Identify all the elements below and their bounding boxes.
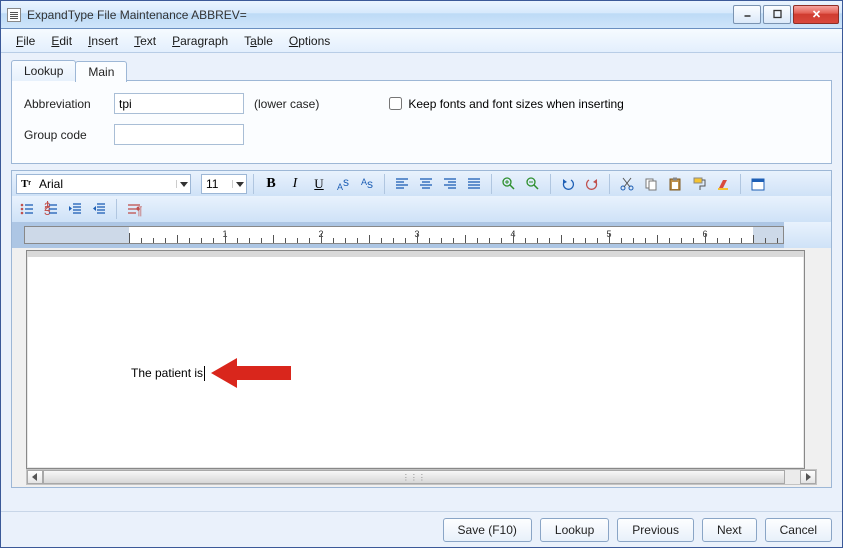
abbreviation-input[interactable] <box>114 93 244 114</box>
copy-button[interactable] <box>640 173 662 195</box>
redo-button[interactable] <box>581 173 603 195</box>
font-family-select[interactable]: Tr Arial <box>16 174 191 194</box>
menu-edit[interactable]: Edit <box>44 31 79 51</box>
scroll-track[interactable]: ⋮⋮⋮ <box>43 470 800 484</box>
format-paint-button[interactable] <box>688 173 710 195</box>
zoom-out-button[interactable] <box>522 173 544 195</box>
menu-file[interactable]: File <box>9 31 42 51</box>
cancel-button[interactable]: Cancel <box>765 518 832 542</box>
save-button[interactable]: Save (F10) <box>443 518 532 542</box>
font-name: Arial <box>35 177 176 191</box>
bold-button[interactable]: B <box>260 173 282 195</box>
abbreviation-hint: (lower case) <box>254 97 319 111</box>
svg-text:3: 3 <box>44 204 51 217</box>
keepfonts-label: Keep fonts and font sizes when inserting <box>408 97 623 111</box>
font-size: 11 <box>202 177 232 191</box>
minimize-button[interactable] <box>733 5 761 24</box>
abbreviation-label: Abbreviation <box>24 97 104 111</box>
menubar: File Edit Insert Text Paragraph Table Op… <box>1 29 842 53</box>
menu-paragraph[interactable]: Paragraph <box>165 31 235 51</box>
indent-button[interactable] <box>88 198 110 220</box>
number-list-button[interactable]: 123 <box>40 198 62 220</box>
align-center-button[interactable] <box>415 173 437 195</box>
close-button[interactable] <box>793 5 839 24</box>
tab-lookup[interactable]: Lookup <box>11 60 76 81</box>
menu-insert[interactable]: Insert <box>81 31 125 51</box>
groupcode-input[interactable] <box>114 124 244 145</box>
scroll-right-button[interactable] <box>800 470 816 484</box>
keepfonts-checkbox[interactable] <box>389 97 402 110</box>
window-title: ExpandType File Maintenance ABBREV= <box>27 8 247 22</box>
svg-text:¶: ¶ <box>136 204 142 217</box>
horizontal-scrollbar[interactable]: ⋮⋮⋮ <box>26 469 817 485</box>
menu-text[interactable]: Text <box>127 31 163 51</box>
outdent-button[interactable] <box>64 198 86 220</box>
maximize-button[interactable] <box>763 5 791 24</box>
next-button[interactable]: Next <box>702 518 757 542</box>
lookup-button[interactable]: Lookup <box>540 518 609 542</box>
page[interactable]: The patient is <box>26 250 805 469</box>
chevron-down-icon[interactable] <box>232 180 246 188</box>
scroll-left-button[interactable] <box>27 470 43 484</box>
highlight-button[interactable] <box>712 173 734 195</box>
text-cursor <box>204 366 205 381</box>
calendar-button[interactable] <box>747 173 769 195</box>
align-left-button[interactable] <box>391 173 413 195</box>
font-size-select[interactable]: 11 <box>201 174 247 194</box>
tab-main[interactable]: Main <box>75 61 127 82</box>
footer: Save (F10) Lookup Previous Next Cancel <box>1 511 842 547</box>
toolbar: Tr Arial 11 B I U As As <box>11 170 832 488</box>
cut-button[interactable] <box>616 173 638 195</box>
align-right-button[interactable] <box>439 173 461 195</box>
paste-button[interactable] <box>664 173 686 195</box>
zoom-in-button[interactable] <box>498 173 520 195</box>
menu-table[interactable]: Table <box>237 31 280 51</box>
main-panel: Abbreviation (lower case) Keep fonts and… <box>11 80 832 164</box>
menu-options[interactable]: Options <box>282 31 337 51</box>
titlebar[interactable]: ExpandType File Maintenance ABBREV= <box>1 1 842 29</box>
subscript-button[interactable]: As <box>356 173 378 195</box>
font-glyph-icon: Tr <box>17 178 35 190</box>
groupcode-label: Group code <box>24 128 104 142</box>
tab-strip: Lookup Main <box>11 59 832 81</box>
chevron-down-icon[interactable] <box>176 180 190 188</box>
app-icon <box>7 8 21 22</box>
editor-text: The patient is <box>131 366 203 380</box>
app-window: ExpandType File Maintenance ABBREV= File… <box>0 0 843 548</box>
annotation-arrow-icon <box>211 356 291 390</box>
scroll-thumb[interactable]: ⋮⋮⋮ <box>43 470 785 484</box>
italic-button[interactable]: I <box>284 173 306 195</box>
previous-button[interactable]: Previous <box>617 518 694 542</box>
paragraph-mark-button[interactable]: ¶ <box>123 198 145 220</box>
undo-button[interactable] <box>557 173 579 195</box>
editor-area[interactable]: The patient is ⋮⋮⋮ <box>11 248 832 488</box>
underline-button[interactable]: U <box>308 173 330 195</box>
bullet-list-button[interactable] <box>16 198 38 220</box>
superscript-button[interactable]: As <box>332 173 354 195</box>
ruler[interactable]: 1234567 <box>11 222 832 248</box>
align-justify-button[interactable] <box>463 173 485 195</box>
